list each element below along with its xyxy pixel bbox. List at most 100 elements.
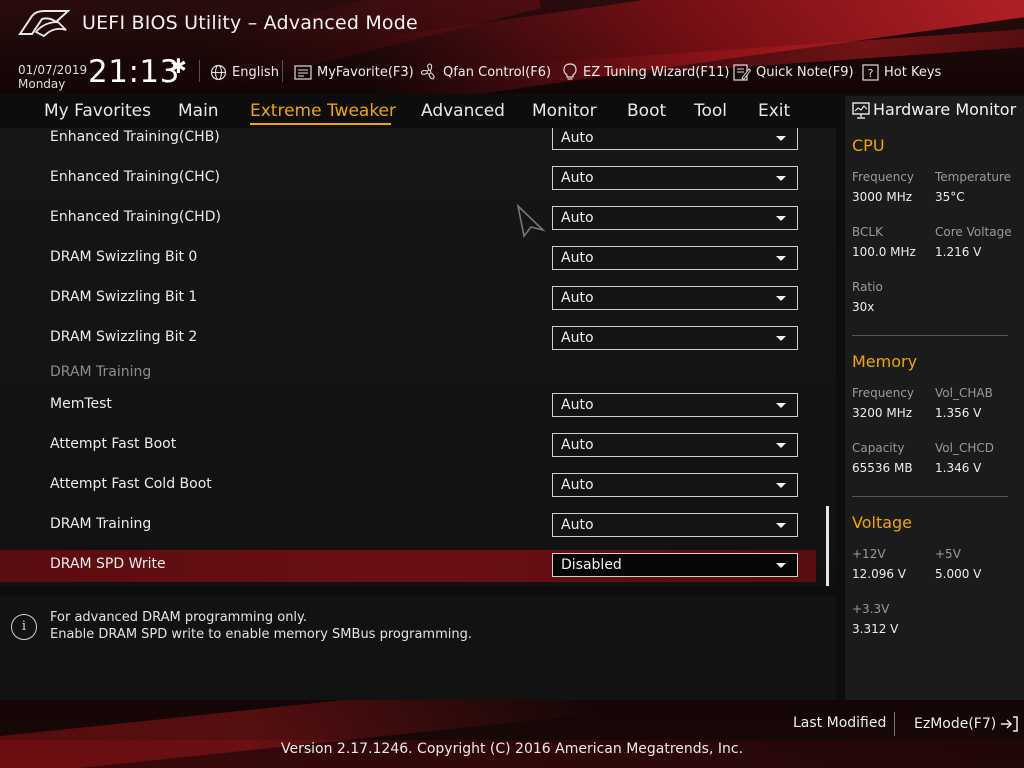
language-label: English	[232, 64, 279, 80]
quick-note-button[interactable]: Quick Note(F9)	[733, 62, 854, 82]
setting-label: Attempt Fast Cold Boot	[50, 476, 212, 492]
dropdown-value: Auto	[561, 210, 594, 226]
dropdown-value: Auto	[561, 330, 594, 346]
chevron-down-icon	[776, 136, 786, 141]
mouse-cursor-icon	[516, 204, 546, 238]
memory-frequency-value: 3200 MHz	[852, 406, 913, 420]
setting-label: MemTest	[50, 396, 112, 412]
footer-bar: Last Modified EzMode(F7) Version 2.17.12…	[0, 700, 1024, 768]
setting-dropdown[interactable]: Auto	[552, 433, 798, 457]
dropdown-value: Auto	[561, 397, 594, 413]
lightbulb-icon	[563, 63, 577, 80]
chevron-down-icon	[776, 256, 786, 261]
myfavorite-button[interactable]: MyFavorite(F3)	[294, 62, 414, 82]
hot-keys-button[interactable]: ? Hot Keys	[862, 62, 941, 82]
weekday-display: Monday	[18, 77, 66, 91]
v5-value: 5.000 V	[935, 567, 982, 581]
v12-label: +12V	[852, 547, 886, 561]
section-divider	[852, 335, 1008, 336]
chevron-down-icon	[776, 176, 786, 181]
tab-boot[interactable]: Boot	[627, 101, 666, 121]
dropdown-value: Auto	[561, 170, 594, 186]
chevron-down-icon	[776, 296, 786, 301]
help-text-line: Enable DRAM SPD write to enable memory S…	[50, 627, 472, 642]
vol-chab-label: Vol_CHAB	[935, 386, 993, 400]
setting-dropdown[interactable]: Auto	[552, 473, 798, 497]
help-description-area: i For advanced DRAM programming only. En…	[0, 596, 836, 700]
gear-icon[interactable]: ✱	[170, 56, 187, 76]
chevron-down-icon	[776, 523, 786, 528]
vol-chcd-label: Vol_CHCD	[935, 441, 994, 455]
hardware-monitor-panel: Hardware Monitor CPU Frequency Temperatu…	[845, 96, 1024, 702]
hardware-monitor-title: Hardware Monitor	[873, 100, 1017, 119]
monitor-icon	[852, 102, 870, 119]
settings-panel: Enhanced Training(CHB) Auto Enhanced Tra…	[0, 128, 836, 586]
setting-dropdown[interactable]: Auto	[552, 513, 798, 537]
capacity-label: Capacity	[852, 441, 905, 455]
tab-exit[interactable]: Exit	[758, 101, 790, 121]
setting-label: DRAM Swizzling Bit 1	[50, 289, 198, 305]
memory-section-title: Memory	[852, 352, 918, 371]
tab-monitor[interactable]: Monitor	[532, 101, 597, 121]
hot-keys-label: Hot Keys	[884, 64, 942, 80]
toolbar-divider	[199, 60, 200, 82]
svg-text:?: ?	[868, 67, 874, 80]
cpu-temperature-value: 35°C	[935, 190, 965, 204]
exit-arrow-icon	[1001, 716, 1018, 732]
v12-value: 12.096 V	[852, 567, 907, 581]
language-button[interactable]: English	[210, 62, 279, 82]
chevron-down-icon	[776, 336, 786, 341]
toolbar-divider	[282, 60, 283, 82]
setting-dropdown[interactable]: Auto	[552, 246, 798, 270]
voltage-section-title: Voltage	[852, 513, 913, 532]
dropdown-value: Auto	[561, 130, 594, 146]
ez-tuning-label: EZ Tuning Wizard(F11)	[583, 64, 730, 80]
setting-dropdown[interactable]: Auto	[552, 166, 798, 190]
help-key-icon: ?	[862, 63, 879, 81]
setting-dropdown-selected[interactable]: Disabled	[552, 553, 798, 577]
tab-tool[interactable]: Tool	[694, 101, 727, 121]
ratio-value: 30x	[852, 300, 875, 314]
v5-label: +5V	[935, 547, 961, 561]
capacity-value: 65536 MB	[852, 461, 913, 475]
cpu-temperature-label: Temperature	[935, 170, 1012, 184]
setting-dropdown[interactable]: Auto	[552, 326, 798, 350]
setting-label-selected: DRAM SPD Write	[50, 556, 166, 572]
chevron-down-icon	[776, 403, 786, 408]
qfan-control-button[interactable]: Qfan Control(F6)	[420, 62, 551, 82]
tab-advanced[interactable]: Advanced	[421, 101, 505, 121]
v33-value: 3.312 V	[852, 622, 899, 636]
section-heading-dram-training: DRAM Training	[50, 364, 152, 380]
fan-icon	[420, 63, 435, 80]
rog-logo-icon	[18, 10, 70, 38]
setting-label: Enhanced Training(CHC)	[50, 169, 220, 185]
ezmode-button[interactable]: EzMode(F7)	[914, 715, 1019, 733]
help-text-line: For advanced DRAM programming only.	[50, 610, 308, 625]
vol-chcd-value: 1.346 V	[935, 461, 982, 475]
core-voltage-label: Core Voltage	[935, 225, 1012, 239]
setting-dropdown[interactable]: Auto	[552, 393, 798, 417]
scrollbar[interactable]	[826, 506, 829, 586]
clock-display[interactable]: 21:13	[88, 54, 180, 90]
chevron-down-icon	[776, 216, 786, 221]
dropdown-value: Auto	[561, 477, 594, 493]
chevron-down-icon	[776, 443, 786, 448]
tab-my-favorites[interactable]: My Favorites	[44, 101, 151, 121]
tab-main[interactable]: Main	[178, 101, 219, 121]
cpu-frequency-label: Frequency	[852, 170, 914, 184]
tab-extreme-tweaker[interactable]: Extreme Tweaker	[250, 101, 396, 121]
setting-dropdown[interactable]: Auto	[552, 206, 798, 230]
cpu-frequency-value: 3000 MHz	[852, 190, 913, 204]
ez-tuning-wizard-button[interactable]: EZ Tuning Wizard(F11)	[562, 62, 729, 82]
setting-label: Enhanced Training(CHB)	[50, 129, 220, 145]
chevron-down-icon	[776, 563, 786, 568]
quick-note-label: Quick Note(F9)	[756, 64, 854, 80]
setting-label: DRAM Swizzling Bit 2	[50, 329, 198, 345]
setting-dropdown[interactable]: Auto	[552, 128, 798, 150]
setting-label: Attempt Fast Boot	[50, 436, 177, 452]
chevron-down-icon	[776, 483, 786, 488]
setting-dropdown[interactable]: Auto	[552, 286, 798, 310]
globe-icon	[210, 64, 227, 80]
setting-label: DRAM Swizzling Bit 0	[50, 249, 198, 265]
last-modified-button[interactable]: Last Modified	[793, 715, 886, 731]
